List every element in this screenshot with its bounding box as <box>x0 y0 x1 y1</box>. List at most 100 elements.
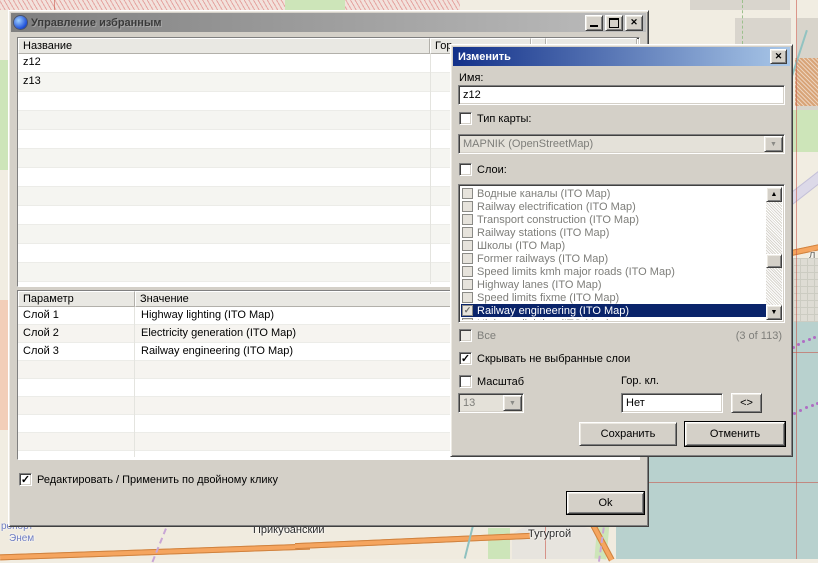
layer-count-label: (3 of 113) <box>736 330 782 342</box>
minimize-icon <box>590 25 598 27</box>
layer-row[interactable]: ✓ Highway lighting (ITO Map) <box>461 317 766 320</box>
scale-combobox[interactable]: 13 ▼ <box>458 393 524 413</box>
scroll-up-button[interactable]: ▲ <box>766 187 782 202</box>
layer-checkbox[interactable] <box>462 253 473 264</box>
value-cell <box>135 361 141 378</box>
layer-row[interactable]: Speed limits kmh major roads (ITO Map) <box>461 265 766 278</box>
layer-label: Former railways (ITO Map) <box>477 253 608 265</box>
favorites-header-cell[interactable]: Название <box>18 38 430 54</box>
hotkey-input[interactable] <box>621 393 723 413</box>
value-cell <box>135 379 141 396</box>
layer-checkbox[interactable] <box>462 279 473 290</box>
window-title: Управление избранным <box>31 17 161 29</box>
layer-label: Highway lighting (ITO Map) <box>477 318 610 321</box>
checkbox-box[interactable]: ✓ <box>19 473 32 486</box>
layer-checkbox[interactable] <box>462 292 473 303</box>
chevron-down-icon[interactable]: ▼ <box>764 136 783 152</box>
combobox-value: 13 <box>459 397 502 409</box>
layer-label: Railway stations (ITO Map) <box>477 227 609 239</box>
edit-on-dblclick-checkbox[interactable]: ✓ Редактировать / Применить по двойному … <box>19 473 278 486</box>
save-button[interactable]: Сохранить <box>579 422 677 446</box>
layers-scrollbar[interactable]: ▲ ▼ <box>766 187 782 320</box>
checkbox-box[interactable] <box>459 112 472 125</box>
map-type-checkbox[interactable]: Тип карты: <box>459 112 531 125</box>
ferry-route-dot <box>802 340 805 343</box>
scroll-down-button[interactable]: ▼ <box>766 305 782 320</box>
ferry-route-dot <box>808 338 811 341</box>
map-grid-line <box>640 482 818 483</box>
checkbox-label: Масштаб <box>477 376 524 388</box>
ferry-route-dot <box>799 409 802 412</box>
layer-row[interactable]: Railway electrification (ITO Map) <box>461 200 766 213</box>
param-cell <box>18 361 135 378</box>
layer-checkbox[interactable]: ✓ <box>462 305 473 316</box>
value-cell <box>135 415 141 432</box>
layer-checkbox[interactable] <box>462 214 473 225</box>
checkbox-label: Редактировать / Применить по двойному кл… <box>37 474 278 486</box>
layer-checkbox[interactable] <box>462 240 473 251</box>
layer-checkbox[interactable] <box>462 227 473 238</box>
layer-label: Railway engineering (ITO Map) <box>477 305 629 317</box>
layer-row[interactable]: Transport construction (ITO Map) <box>461 213 766 226</box>
checkbox-box[interactable] <box>459 329 472 342</box>
map-grid-line <box>796 0 797 559</box>
edit-dialog-titlebar[interactable]: Изменить ✕ <box>453 47 790 66</box>
layer-label: Highway lanes (ITO Map) <box>477 279 602 291</box>
layer-label: Speed limits fixme (ITO Map) <box>477 292 619 304</box>
layer-row[interactable]: Railway stations (ITO Map) <box>461 226 766 239</box>
close-button[interactable]: ✕ <box>625 15 643 31</box>
checkbox-box[interactable] <box>459 163 472 176</box>
maximize-button[interactable] <box>605 15 623 31</box>
chevron-down-icon[interactable]: ▼ <box>503 395 522 411</box>
favorites-titlebar[interactable]: Управление избранным ✕ <box>11 13 646 32</box>
layer-row[interactable]: Школы (ITO Map) <box>461 239 766 252</box>
ferry-route-dot <box>805 406 808 409</box>
layer-checkbox[interactable] <box>462 266 473 277</box>
scrollbar-thumb[interactable] <box>766 254 782 268</box>
checkbox-box[interactable]: ✓ <box>459 352 472 365</box>
edit-dialog: Изменить ✕ Имя: Тип карты: MAPNIK (OpenS… <box>450 44 793 457</box>
edit-dialog-close-button[interactable]: ✕ <box>770 49 787 64</box>
hotkey-pick-button[interactable]: <> <box>731 393 762 413</box>
value-cell: Electricity generation (ITO Map) <box>135 325 296 342</box>
scale-checkbox[interactable]: Масштаб <box>459 375 524 388</box>
checkbox-box[interactable] <box>459 375 472 388</box>
ferry-route-dot <box>797 343 800 346</box>
all-layers-checkbox[interactable]: Все <box>459 329 496 342</box>
layer-row[interactable]: ✓ Railway engineering (ITO Map) <box>461 304 766 317</box>
value-cell: Railway engineering (ITO Map) <box>135 343 293 360</box>
ok-button[interactable]: Ok <box>567 492 644 514</box>
layer-row[interactable]: Highway lanes (ITO Map) <box>461 278 766 291</box>
layer-checkbox[interactable] <box>462 188 473 199</box>
checkbox-label: Все <box>477 330 496 342</box>
map-green-patch <box>0 60 8 170</box>
map-type-combobox[interactable]: MAPNIK (OpenStreetMap) ▼ <box>458 134 785 154</box>
layer-row[interactable]: Водные каналы (ITO Map) <box>461 187 766 200</box>
layer-checkbox[interactable]: ✓ <box>462 318 473 320</box>
layers-checkbox[interactable]: Слои: <box>459 163 507 176</box>
param-cell <box>18 451 135 460</box>
value-cell <box>135 397 141 414</box>
params-header-param[interactable]: Параметр <box>18 291 135 307</box>
layer-row[interactable]: Former railways (ITO Map) <box>461 252 766 265</box>
minimize-button[interactable] <box>585 15 603 31</box>
name-input[interactable] <box>458 85 785 105</box>
map-railyard-hatch <box>0 0 460 10</box>
cancel-button[interactable]: Отменить <box>685 422 785 446</box>
layer-row[interactable]: Speed limits fixme (ITO Map) <box>461 291 766 304</box>
map-road-patch <box>0 300 8 430</box>
layer-checkbox[interactable] <box>462 201 473 212</box>
param-cell: Слой 1 <box>18 307 135 324</box>
value-cell <box>135 451 141 460</box>
close-icon: ✕ <box>630 18 638 27</box>
param-cell <box>18 433 135 450</box>
layer-label: Railway electrification (ITO Map) <box>477 201 636 213</box>
map-label-airport-line2: Энем <box>9 533 34 544</box>
app-icon <box>14 16 27 29</box>
layers-listbox: Водные каналы (ITO Map)Railway electrifi… <box>458 184 785 323</box>
layers-rows: Водные каналы (ITO Map)Railway electrifi… <box>461 187 766 320</box>
map-grid-line <box>54 0 55 10</box>
param-cell <box>18 415 135 432</box>
hide-unselected-checkbox[interactable]: ✓ Скрывать не выбранные слои <box>459 352 630 365</box>
combobox-value: MAPNIK (OpenStreetMap) <box>459 138 763 150</box>
